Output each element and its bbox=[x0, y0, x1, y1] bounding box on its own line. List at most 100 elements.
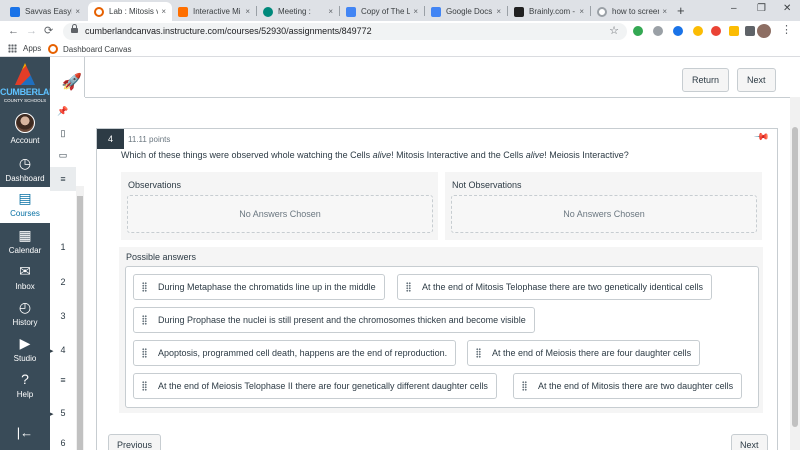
browser-tab[interactable]: Google Docs × bbox=[425, 2, 507, 21]
nav-item-help[interactable]: ? Help bbox=[0, 370, 50, 400]
close-icon[interactable]: × bbox=[579, 7, 584, 16]
new-tab-button[interactable]: + bbox=[677, 3, 685, 18]
return-button[interactable]: Return bbox=[682, 68, 730, 92]
question-nav-item[interactable]: 2 bbox=[50, 270, 76, 294]
answer-chip[interactable]: During Metaphase the chromatids line up … bbox=[133, 274, 385, 300]
drag-handle-icon[interactable] bbox=[142, 348, 147, 358]
canvas-icon bbox=[48, 44, 58, 54]
courses-icon: ▤ bbox=[18, 190, 32, 206]
browser-tab[interactable]: how to screen × bbox=[591, 2, 673, 21]
browser-tab-strip: Savvas EasyBr × Lab : Mitosis v × Intera… bbox=[0, 0, 800, 21]
browser-tab[interactable]: Copy of The Li × bbox=[340, 2, 424, 21]
nav-item-courses[interactable]: ▤ Courses bbox=[0, 187, 50, 223]
calendar-icon: ▦ bbox=[18, 227, 32, 243]
drag-handle-icon[interactable] bbox=[406, 282, 411, 292]
close-icon[interactable]: × bbox=[245, 7, 250, 16]
help-icon: ? bbox=[21, 371, 29, 387]
lock-icon bbox=[71, 24, 78, 35]
browser-tab[interactable]: Meeting : × bbox=[257, 2, 339, 21]
nav-item-account[interactable]: Account bbox=[0, 113, 50, 149]
next-question-button[interactable]: Next bbox=[731, 434, 768, 450]
not-observations-bucket: Not Observations No Answers Chosen bbox=[445, 172, 762, 240]
bookmark-apps[interactable]: Apps bbox=[8, 44, 41, 53]
browser-tab[interactable]: Brainly.com - × bbox=[508, 2, 590, 21]
next-button[interactable]: Next bbox=[737, 68, 776, 92]
back-button[interactable]: ← bbox=[8, 24, 19, 38]
close-icon[interactable]: × bbox=[75, 7, 80, 16]
reload-button[interactable]: ⟳ bbox=[44, 24, 53, 38]
bookmark-dashboard-canvas[interactable]: Dashboard Canvas bbox=[48, 44, 131, 54]
inbox-icon: ✉ bbox=[19, 263, 31, 279]
question-nav-scroll-thumb[interactable] bbox=[77, 196, 83, 450]
collapse-nav-button[interactable]: |← bbox=[0, 425, 50, 440]
phet-favicon-icon bbox=[178, 6, 188, 17]
nav-item-inbox[interactable]: ✉ Inbox bbox=[0, 262, 50, 292]
restore-button[interactable]: ❐ bbox=[757, 3, 766, 14]
extension-icon[interactable] bbox=[729, 26, 739, 36]
question-nav-item[interactable]: 1 bbox=[50, 235, 76, 259]
drag-handle-icon[interactable] bbox=[142, 381, 147, 391]
close-icon[interactable]: × bbox=[662, 7, 667, 16]
extension-icon[interactable] bbox=[673, 26, 683, 36]
page-scroll-thumb[interactable] bbox=[792, 127, 798, 427]
studio-icon: ▶ bbox=[19, 335, 31, 351]
close-icon[interactable]: × bbox=[328, 7, 333, 16]
not-observations-dropzone[interactable]: No Answers Chosen bbox=[451, 195, 757, 233]
profile-avatar[interactable] bbox=[757, 24, 771, 38]
page-icon[interactable]: ▯ bbox=[50, 121, 76, 145]
pin-icon[interactable]: 📌 bbox=[50, 99, 76, 123]
question-nav-item[interactable]: 3 bbox=[50, 304, 76, 328]
drag-handle-icon[interactable] bbox=[142, 315, 147, 325]
drag-handle-icon[interactable] bbox=[476, 348, 481, 358]
nav-item-dashboard[interactable]: ◷ Dashboard bbox=[0, 154, 50, 184]
answer-chip[interactable]: At the end of Meiosis Telophase II there… bbox=[133, 373, 497, 399]
nav-item-history[interactable]: ◴ History bbox=[0, 298, 50, 328]
address-bar[interactable]: cumberlandcanvas.instructure.com/courses… bbox=[63, 23, 627, 40]
answer-chip[interactable]: At the end of Meiosis there are four dau… bbox=[467, 340, 701, 366]
history-icon: ◴ bbox=[18, 299, 32, 315]
previous-button[interactable]: Previous bbox=[108, 434, 162, 450]
browser-tab[interactable]: Interactive Mi × bbox=[172, 2, 256, 21]
drag-handle-icon[interactable] bbox=[522, 381, 527, 391]
bookmark-star-icon[interactable]: ☆ bbox=[609, 24, 619, 37]
close-icon[interactable]: × bbox=[496, 7, 501, 16]
answer-chip[interactable]: During Prophase the nuclei is still pres… bbox=[133, 307, 535, 333]
extension-icon[interactable] bbox=[653, 26, 663, 36]
assignment-topbar: Return Next bbox=[85, 57, 800, 97]
bookmarks-bar: Apps Dashboard Canvas bbox=[0, 41, 800, 57]
minimize-button[interactable]: – bbox=[731, 3, 737, 14]
answer-chip[interactable]: At the end of Mitosis Telophase there ar… bbox=[397, 274, 712, 300]
observations-dropzone[interactable]: No Answers Chosen bbox=[127, 195, 433, 233]
answer-chip[interactable]: Apoptosis, programmed cell death, happen… bbox=[133, 340, 457, 366]
forward-button[interactable]: → bbox=[26, 24, 37, 38]
question-list-icon[interactable]: ≡ bbox=[50, 167, 76, 191]
close-icon[interactable]: × bbox=[161, 7, 166, 16]
question-number: 4 bbox=[97, 129, 124, 149]
answer-chip[interactable]: At the end of Mitosis there are two daug… bbox=[513, 373, 743, 399]
extension-icon[interactable] bbox=[693, 26, 703, 36]
extension-icon[interactable] bbox=[633, 26, 643, 36]
brainly-favicon-icon bbox=[514, 6, 524, 17]
comment-icon[interactable]: ▭ bbox=[50, 143, 76, 167]
chevron-right-icon: ▸ bbox=[50, 348, 54, 355]
extensions-puzzle-icon[interactable] bbox=[745, 26, 755, 36]
nav-item-calendar[interactable]: ▦ Calendar bbox=[0, 226, 50, 256]
drag-handle-icon[interactable] bbox=[142, 282, 147, 292]
browser-tab-active[interactable]: Lab : Mitosis v × bbox=[88, 2, 172, 21]
browser-menu-icon[interactable]: ⋮ bbox=[781, 23, 792, 36]
school-logo[interactable]: CUMBERLAND COUNTY SCHOOLS bbox=[0, 61, 62, 105]
url-text[interactable]: cumberlandcanvas.instructure.com/courses… bbox=[85, 26, 372, 36]
close-icon[interactable]: × bbox=[413, 7, 418, 16]
pin-icon[interactable]: 📌 bbox=[752, 129, 769, 146]
question-list-icon[interactable]: ≡ bbox=[50, 368, 76, 392]
google-favicon-icon bbox=[597, 6, 607, 17]
window-close-button[interactable]: ✕ bbox=[783, 3, 791, 14]
extension-icon[interactable] bbox=[711, 26, 721, 36]
avatar bbox=[15, 113, 35, 133]
browser-tab[interactable]: Savvas EasyBr × bbox=[4, 2, 86, 21]
question-nav-item[interactable]: 6 bbox=[50, 431, 76, 450]
possible-answers-section: Possible answers During Metaphase the ch… bbox=[119, 247, 763, 413]
chevron-right-icon: ▸ bbox=[50, 411, 54, 418]
rocket-icon[interactable]: 🚀 bbox=[62, 72, 82, 92]
nav-item-studio[interactable]: ▶ Studio bbox=[0, 334, 50, 364]
